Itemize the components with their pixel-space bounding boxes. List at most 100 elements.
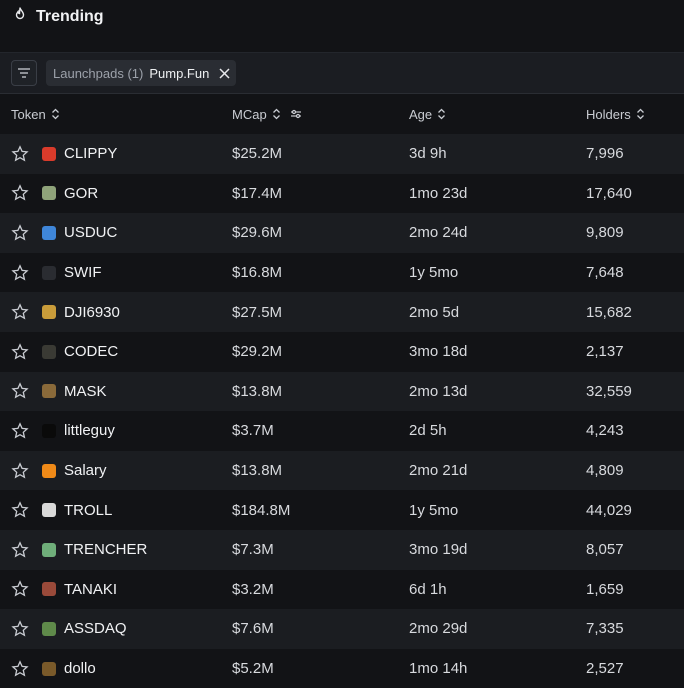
column-label: Holders: [586, 106, 631, 122]
star-icon[interactable]: [11, 145, 29, 163]
holders-value: 2,137: [586, 343, 624, 361]
token-cell: DJI6930: [42, 304, 120, 321]
star-icon[interactable]: [11, 303, 29, 321]
adjust-icon[interactable]: [290, 109, 302, 119]
sort-icon: [51, 108, 59, 120]
age-value: 2d 5h: [409, 422, 447, 440]
table-row[interactable]: SWIF $16.8M 1y 5mo 7,648: [0, 252, 684, 293]
token-name: CODEC: [64, 343, 119, 361]
token-icon: [42, 582, 56, 597]
star-icon[interactable]: [11, 184, 29, 202]
age-value: 3mo 19d: [409, 541, 468, 559]
column-label: Age: [409, 106, 433, 122]
table-row[interactable]: CLIPPY $25.2M 3d 9h 7,996: [0, 134, 684, 174]
token-cell: TROLL: [42, 502, 112, 519]
filter-bar: Launchpads (1) Pump.Fun: [0, 52, 684, 94]
holders-value: 4,243: [586, 422, 624, 440]
mcap-value: $3.2M: [232, 580, 274, 598]
column-label: MCap: [232, 106, 267, 122]
close-icon[interactable]: [219, 67, 230, 79]
holders-value: 2,527: [586, 660, 624, 678]
age-value: 2mo 24d: [409, 224, 468, 242]
trending-header: Trending: [12, 6, 104, 27]
star-icon[interactable]: [11, 461, 29, 480]
token-name: USDUC: [64, 224, 118, 242]
column-holders[interactable]: Holders: [586, 107, 645, 122]
token-cell: USDUC: [42, 224, 117, 241]
flame-icon: [12, 6, 28, 27]
column-age[interactable]: Age: [409, 107, 446, 122]
token-cell: Salary: [42, 462, 107, 479]
mcap-value: $184.8M: [232, 501, 291, 519]
table-row[interactable]: ASSDAQ $7.6M 2mo 29d 7,335: [0, 609, 684, 649]
table-row[interactable]: TROLL $184.8M 1y 5mo 44,029: [0, 490, 684, 530]
star-icon[interactable]: [11, 382, 29, 400]
token-icon: [42, 542, 56, 557]
token-icon: [42, 463, 56, 478]
token-name: ASSDAQ: [64, 620, 127, 638]
holders-value: 8,057: [586, 541, 624, 559]
table-row[interactable]: USDUC $29.6M 2mo 24d 9,809: [0, 213, 684, 253]
token-cell: SWIF: [42, 264, 102, 281]
token-icon: [42, 186, 56, 201]
star-icon[interactable]: [11, 343, 29, 361]
token-icon: [42, 225, 56, 240]
table-row[interactable]: DJI6930 $27.5M 2mo 5d 15,682: [0, 292, 684, 332]
token-name: TROLL: [64, 501, 113, 519]
token-name: GOR: [64, 184, 99, 202]
star-icon[interactable]: [11, 580, 29, 598]
table-row[interactable]: MASK $13.8M 2mo 13d 32,559: [0, 371, 684, 412]
mcap-value: $7.6M: [232, 620, 274, 638]
sort-icon: [636, 108, 644, 120]
star-icon[interactable]: [11, 422, 29, 440]
age-value: 3d 9h: [409, 145, 447, 163]
token-cell: littleguy: [42, 422, 115, 439]
table-row[interactable]: Salary $13.8M 2mo 21d 4,809: [0, 450, 684, 491]
age-value: 1y 5mo: [409, 501, 459, 519]
age-value: 3mo 18d: [409, 343, 468, 361]
mcap-value: $3.7M: [232, 422, 274, 440]
token-icon: [42, 344, 56, 359]
token-name: DJI6930: [64, 303, 120, 321]
token-icon: [42, 265, 56, 280]
table-row[interactable]: TRENCHER $7.3M 3mo 19d 8,057: [0, 529, 684, 570]
filter-icon: [18, 68, 30, 78]
holders-value: 44,029: [586, 501, 632, 519]
table-row[interactable]: CODEC $29.2M 3mo 18d 2,137: [0, 331, 684, 372]
age-value: 2mo 5d: [409, 303, 460, 321]
star-icon[interactable]: [11, 263, 29, 282]
filter-chip-launchpads[interactable]: Launchpads (1) Pump.Fun: [46, 60, 237, 86]
star-icon[interactable]: [11, 659, 29, 678]
token-cell: CLIPPY: [42, 145, 117, 162]
star-icon[interactable]: [11, 501, 29, 519]
token-name: TRENCHER: [64, 541, 148, 559]
column-mcap[interactable]: MCap: [232, 107, 302, 122]
token-cell: dollo: [42, 660, 96, 677]
holders-value: 7,996: [586, 145, 624, 163]
page-title: Trending: [36, 7, 104, 25]
sort-icon: [438, 108, 446, 120]
table-row[interactable]: dollo $5.2M 1mo 14h 2,527: [0, 648, 684, 688]
mcap-value: $29.6M: [232, 224, 283, 242]
star-icon[interactable]: [11, 620, 29, 638]
chip-value: Pump.Fun: [149, 65, 210, 81]
holders-value: 7,648: [586, 264, 624, 282]
token-cell: TANAKI: [42, 581, 117, 598]
holders-value: 17,640: [586, 184, 632, 202]
star-icon[interactable]: [11, 224, 29, 242]
holders-value: 1,659: [586, 580, 624, 598]
mcap-value: $17.4M: [232, 184, 283, 202]
token-name: dollo: [64, 660, 96, 678]
column-token[interactable]: Token: [11, 107, 60, 122]
age-value: 2mo 21d: [409, 462, 468, 480]
table-row[interactable]: GOR $17.4M 1mo 23d 17,640: [0, 173, 684, 214]
token-icon: [42, 423, 56, 438]
star-icon[interactable]: [11, 540, 29, 559]
table-row[interactable]: TANAKI $3.2M 6d 1h 1,659: [0, 569, 684, 610]
column-label: Token: [11, 106, 46, 122]
mcap-value: $29.2M: [232, 343, 283, 361]
filter-button[interactable]: [11, 60, 37, 86]
table-row[interactable]: littleguy $3.7M 2d 5h 4,243: [0, 411, 684, 451]
mcap-value: $13.8M: [232, 462, 283, 480]
token-name: littleguy: [64, 422, 115, 440]
